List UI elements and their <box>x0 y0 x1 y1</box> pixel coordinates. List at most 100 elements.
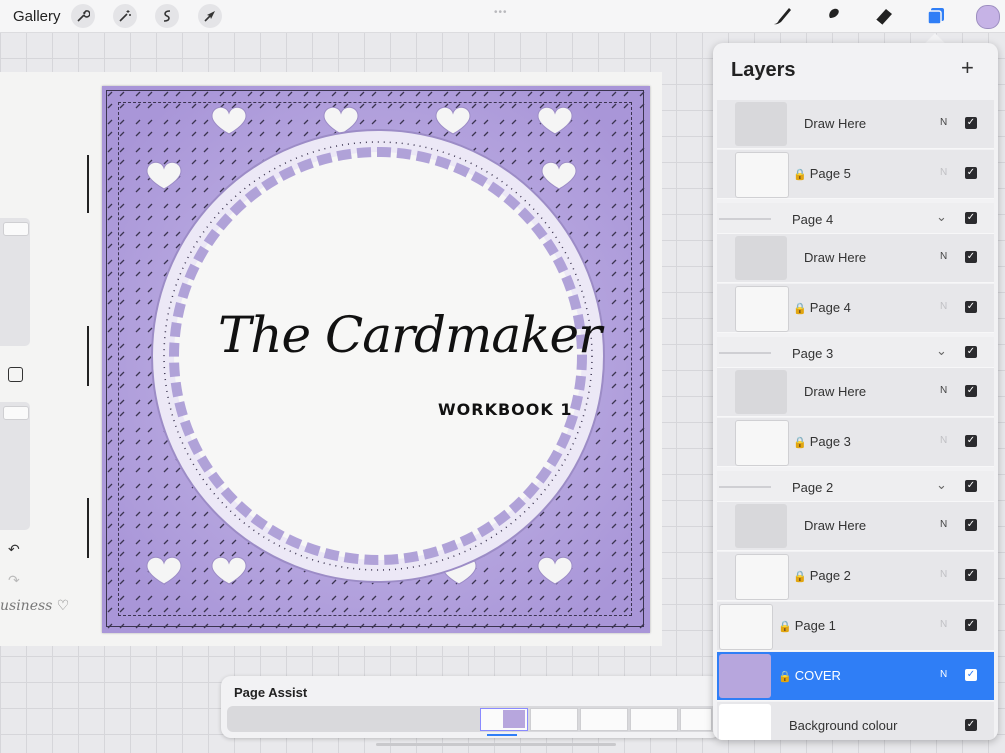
add-layer-button[interactable]: + <box>961 57 974 79</box>
lock-icon: 🔒 <box>793 169 807 181</box>
layer-name: Background colour <box>789 718 897 733</box>
brush-size-knob[interactable] <box>3 222 29 236</box>
lock-icon: 🔒 <box>793 571 807 583</box>
layer-row[interactable]: 🔒 Page 4 N ✓ <box>717 284 994 333</box>
page-thumbnail[interactable] <box>480 708 528 731</box>
selection-icon[interactable] <box>155 4 179 28</box>
layer-row[interactable]: 🔒 Page 2 N ✓ <box>717 552 994 601</box>
active-page-indicator <box>487 734 517 736</box>
chevron-down-icon[interactable]: ⌄ <box>936 209 947 225</box>
visibility-checkbox[interactable]: ✓ <box>965 519 977 531</box>
layer-row[interactable]: 🔒 COVER N ✓ <box>717 652 994 701</box>
page-thumbnail[interactable] <box>580 708 628 731</box>
visibility-checkbox[interactable]: ✓ <box>965 251 977 263</box>
blend-mode-button[interactable]: N <box>940 519 947 530</box>
brush-icon[interactable] <box>770 5 794 27</box>
top-toolbar: Gallery ••• <box>0 0 1005 33</box>
layer-name: Draw Here <box>804 250 866 265</box>
layer-thumbnail[interactable] <box>735 420 789 466</box>
visibility-checkbox[interactable]: ✓ <box>965 301 977 313</box>
layer-group-row[interactable]: Page 4 ⌄ ✓ <box>717 203 994 234</box>
brush-size-slider[interactable] <box>0 218 30 346</box>
chevron-down-icon[interactable]: ⌄ <box>936 343 947 359</box>
page-thumbnail[interactable] <box>680 708 712 731</box>
layers-title: Layers <box>731 59 796 81</box>
guide-bar <box>87 326 89 386</box>
layers-icon[interactable] <box>924 5 948 27</box>
layer-name-text: Page 2 <box>809 568 851 583</box>
visibility-checkbox[interactable]: ✓ <box>965 385 977 397</box>
layer-name: 🔒 Page 3 <box>793 434 851 449</box>
layer-name: 🔒 Page 5 <box>793 166 851 181</box>
layer-thumbnail[interactable] <box>735 102 787 146</box>
layer-thumbnail[interactable] <box>719 704 771 740</box>
layer-group-row[interactable]: Page 2 ⌄ ✓ <box>717 471 994 502</box>
layer-name-text: Page 3 <box>809 434 851 449</box>
blend-mode-button[interactable]: N <box>940 569 947 580</box>
layer-name-text: Draw Here <box>804 518 867 533</box>
color-picker-button[interactable] <box>976 5 1000 29</box>
blend-mode-button[interactable]: N <box>940 669 947 680</box>
layer-thumbnail[interactable] <box>735 236 787 280</box>
layer-row[interactable]: Draw Here N ✓ <box>717 100 994 149</box>
layer-thumbnail[interactable] <box>719 604 773 650</box>
group-divider <box>719 486 771 488</box>
layer-name-text: Background colour <box>789 718 898 733</box>
eraser-icon[interactable] <box>872 5 896 27</box>
redo-icon[interactable]: ↷ <box>8 572 20 589</box>
top-grabber[interactable]: ••• <box>494 7 508 18</box>
blend-mode-button[interactable]: N <box>940 117 947 128</box>
visibility-checkbox[interactable]: ✓ <box>965 480 977 492</box>
layer-thumbnail[interactable] <box>735 286 789 332</box>
opacity-knob[interactable] <box>3 406 29 420</box>
visibility-checkbox[interactable]: ✓ <box>965 117 977 129</box>
page-thumbnail[interactable] <box>630 708 678 731</box>
cover-title: The Cardmaker <box>218 306 602 364</box>
layer-row[interactable]: Draw Here N ✓ <box>717 234 994 283</box>
visibility-checkbox[interactable]: ✓ <box>965 167 977 179</box>
layer-thumbnail[interactable] <box>735 554 789 600</box>
blend-mode-button[interactable]: N <box>940 385 947 396</box>
blend-mode-button[interactable]: N <box>940 435 947 446</box>
blend-mode-button[interactable]: N <box>940 167 947 178</box>
visibility-checkbox[interactable]: ✓ <box>965 346 977 358</box>
visibility-checkbox[interactable]: ✓ <box>965 619 977 631</box>
modify-square-button[interactable] <box>8 367 23 382</box>
layer-row[interactable]: 🔒 Page 1 N ✓ <box>717 602 994 651</box>
layer-row[interactable]: Draw Here N ✓ <box>717 368 994 417</box>
wrench-icon[interactable] <box>71 4 95 28</box>
layer-row[interactable]: Draw Here N ✓ <box>717 502 994 551</box>
visibility-checkbox[interactable]: ✓ <box>965 212 977 224</box>
layer-thumbnail[interactable] <box>735 152 789 198</box>
layer-thumbnail[interactable] <box>719 654 771 698</box>
visibility-checkbox[interactable]: ✓ <box>965 569 977 581</box>
layer-name-text: Page 1 <box>794 618 836 633</box>
page-thumbnail[interactable] <box>530 708 578 731</box>
opacity-slider[interactable] <box>0 402 30 530</box>
layer-thumbnail[interactable] <box>735 370 787 414</box>
gallery-button[interactable]: Gallery <box>13 8 61 25</box>
transform-arrow-icon[interactable] <box>198 4 222 28</box>
layer-name: Draw Here <box>804 518 866 533</box>
layer-group-row[interactable]: Page 3 ⌄ ✓ <box>717 337 994 368</box>
group-divider <box>719 352 771 354</box>
side-script-text: usiness ♡ <box>0 598 70 614</box>
layers-panel: Layers + Draw Here N ✓ 🔒 Page 5 N ✓ Page 4 ⌄ ✓ Dra… <box>713 43 998 740</box>
chevron-down-icon[interactable]: ⌄ <box>936 477 947 493</box>
smudge-icon[interactable] <box>820 5 844 27</box>
visibility-checkbox[interactable]: ✓ <box>965 669 977 681</box>
blend-mode-button[interactable]: N <box>940 301 947 312</box>
visibility-checkbox[interactable]: ✓ <box>965 719 977 731</box>
visibility-checkbox[interactable]: ✓ <box>965 435 977 447</box>
layer-row[interactable]: 🔒 Page 3 N ✓ <box>717 418 994 467</box>
layer-thumbnail[interactable] <box>735 504 787 548</box>
page-assist-title: Page Assist <box>234 685 308 700</box>
layer-name: 🔒 COVER <box>778 668 841 683</box>
layer-row[interactable]: 🔒 Page 5 N ✓ <box>717 150 994 199</box>
layer-row[interactable]: Background colour ✓ <box>717 702 994 740</box>
magic-wand-icon[interactable] <box>113 4 137 28</box>
layer-name: 🔒 Page 2 <box>793 568 851 583</box>
blend-mode-button[interactable]: N <box>940 619 947 630</box>
undo-icon[interactable]: ↶ <box>8 541 20 558</box>
blend-mode-button[interactable]: N <box>940 251 947 262</box>
